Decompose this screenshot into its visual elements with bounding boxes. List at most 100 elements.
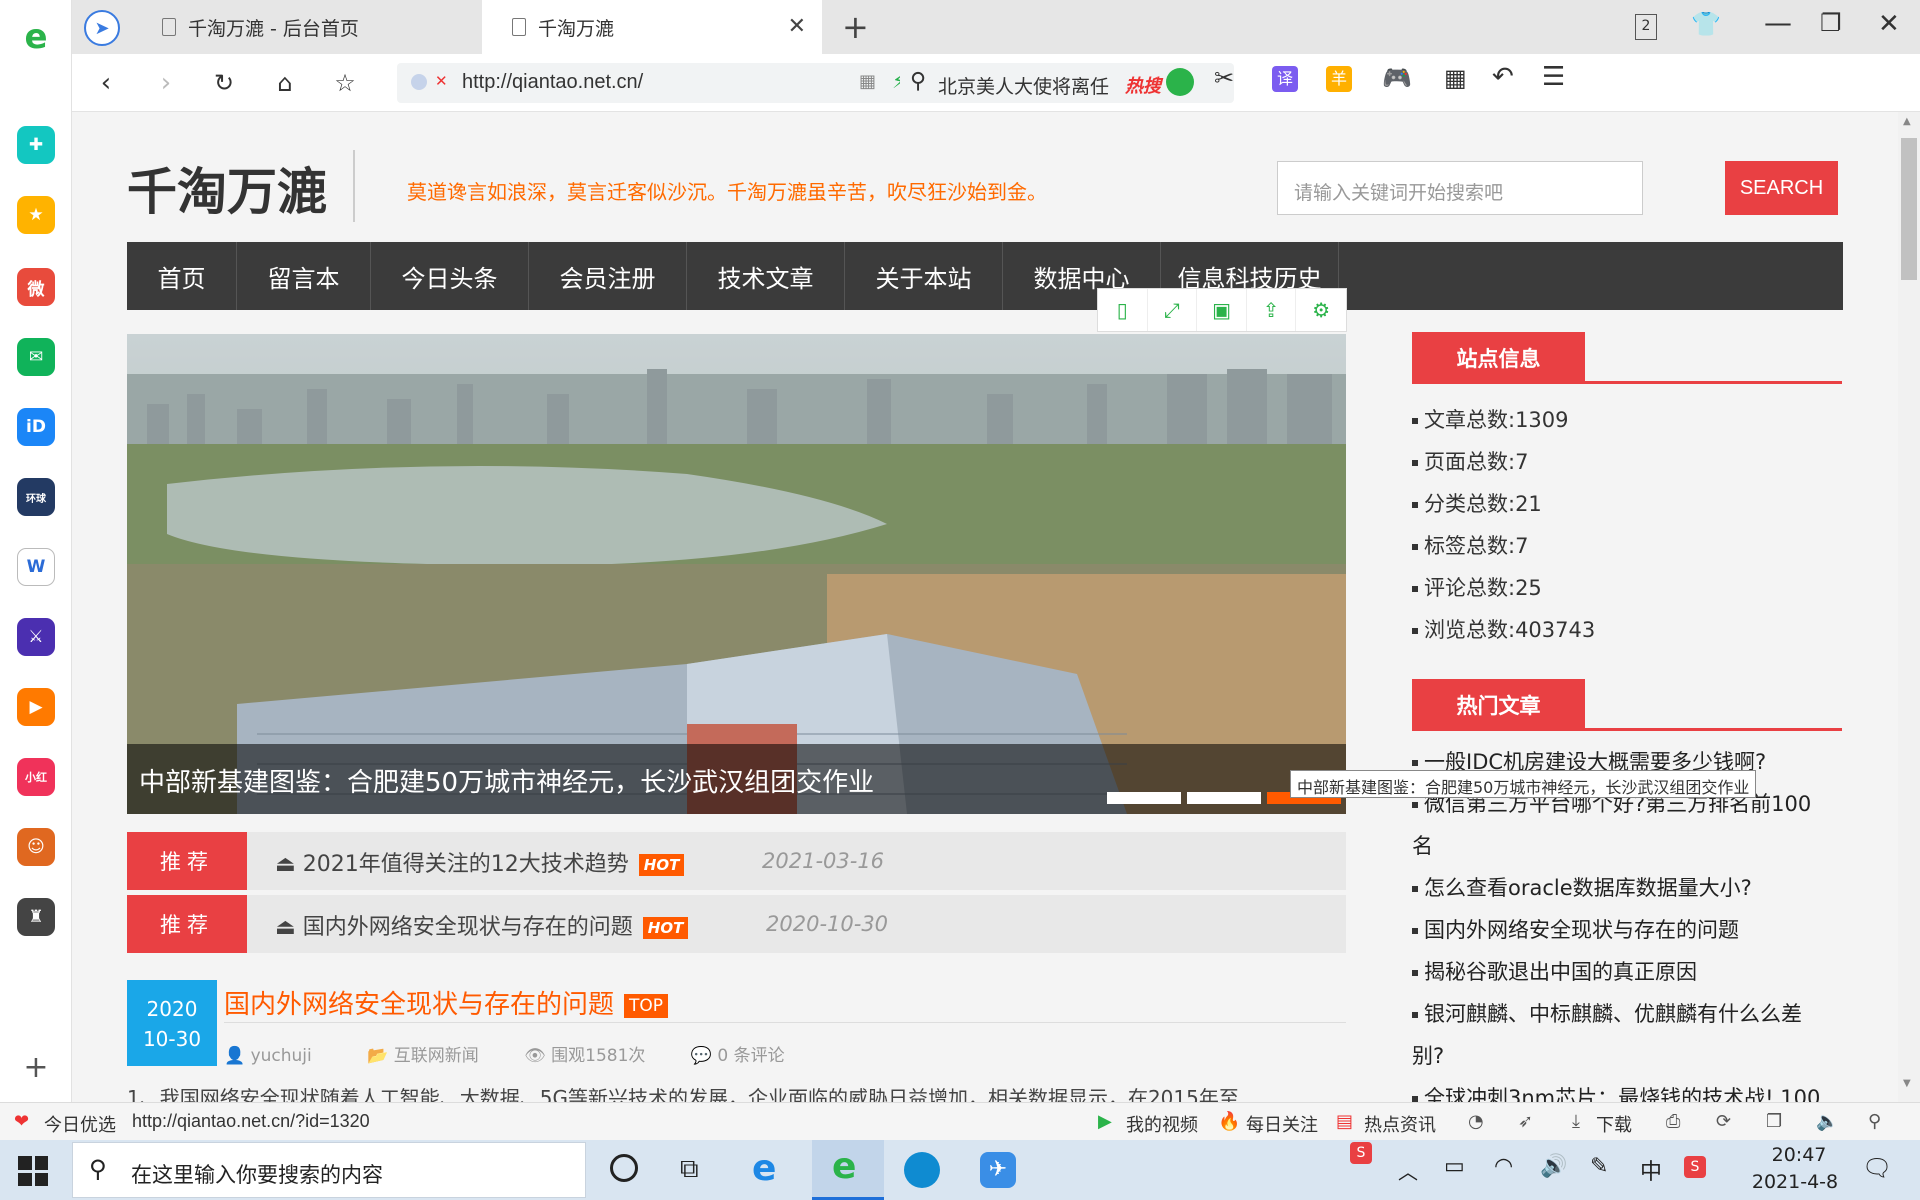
undo-icon[interactable]: ↶ xyxy=(1492,62,1514,92)
restore-icon[interactable]: ❐ xyxy=(1820,9,1842,37)
post-title[interactable]: 国内外网络安全现状与存在的问题 TOP xyxy=(224,984,669,1021)
volume-icon[interactable]: 🔊 xyxy=(1540,1154,1567,1179)
bookmark-star-icon[interactable]: ☆ xyxy=(325,64,365,102)
post-author[interactable]: yuchuji xyxy=(251,1046,312,1066)
doc-icon[interactable]: W xyxy=(17,548,55,586)
game-icon-2[interactable]: ⚔ xyxy=(17,618,55,656)
minimize-icon[interactable]: — xyxy=(1764,6,1792,39)
scissors-icon[interactable]: ✂ xyxy=(1214,64,1234,92)
zoom-icon[interactable]: ⚲ xyxy=(1868,1111,1881,1132)
recommend-title[interactable]: ⏏ 国内外网络安全现状与存在的问题 HOT xyxy=(275,909,689,941)
search-hint[interactable]: 北京美人大使将离任 xyxy=(938,72,1109,99)
hot-post-link[interactable]: 银河麒麟、中标麒麟、优麒麟有什么么差别? xyxy=(1412,993,1832,1077)
forward-icon[interactable]: › xyxy=(146,64,186,102)
add-app-icon[interactable]: + xyxy=(17,1048,55,1086)
slider-dot-2[interactable] xyxy=(1187,792,1261,804)
nav-guestbook[interactable]: 留言本 xyxy=(237,242,371,310)
tab-count-badge[interactable]: 2 xyxy=(1635,14,1657,40)
clock-date[interactable]: 2021-4-8 xyxy=(1740,1171,1850,1193)
recommend-row[interactable]: 推荐 ⏏ 2021年值得关注的12大技术趋势 HOT 2021-03-16 xyxy=(127,832,1346,890)
app-icon-1[interactable]: ✚ xyxy=(17,126,55,164)
nav-register[interactable]: 会员注册 xyxy=(529,242,687,310)
sound-icon[interactable]: 🔈 xyxy=(1816,1111,1838,1132)
windows-start-icon[interactable] xyxy=(18,1156,48,1186)
taskbar-search[interactable]: ⚲ 在这里输入你要搜索的内容 xyxy=(72,1142,586,1198)
recommend-title[interactable]: ⏏ 2021年值得关注的12大技术趋势 HOT xyxy=(275,846,685,878)
nav-tech-articles[interactable]: 技术文章 xyxy=(687,242,845,310)
hot-post-link[interactable]: 国内外网络安全现状与存在的问题 xyxy=(1412,909,1832,951)
post-title-text[interactable]: 国内外网络安全现状与存在的问题 xyxy=(224,990,614,1020)
share-icon[interactable]: ⇪ xyxy=(1247,289,1297,331)
hot-search-label[interactable]: 热搜 xyxy=(1125,72,1161,98)
battery-icon[interactable]: ▭ xyxy=(1444,1154,1465,1179)
tray-up-icon[interactable]: ︿ xyxy=(1398,1156,1418,1185)
shield-icon[interactable]: 羊 xyxy=(1326,66,1352,92)
site-logo[interactable]: 千淘万漉 xyxy=(127,152,327,224)
task-view-icon[interactable]: ⧉ xyxy=(680,1154,699,1185)
notification-icon[interactable]: 🗨 xyxy=(1862,1154,1892,1182)
wifi-icon[interactable]: ◠ xyxy=(1494,1154,1513,1179)
sogou-ime-icon[interactable]: S xyxy=(1350,1142,1372,1164)
close-tab-icon[interactable]: ✕ xyxy=(788,14,806,39)
hot-post-link[interactable]: 怎么查看oracle数据库数据量大小? xyxy=(1412,867,1832,909)
taskbar-browser-active[interactable]: e xyxy=(812,1140,884,1200)
daily-focus-link[interactable]: 每日关注 xyxy=(1246,1111,1318,1137)
mail-icon[interactable]: ✉ xyxy=(17,338,55,376)
home-icon[interactable]: ⌂ xyxy=(265,64,305,102)
slider-caption[interactable]: 中部新基建图鉴：合肥建50万城市神经元，长沙武汉组团交作业 xyxy=(139,762,874,799)
pip-icon[interactable]: ▯ xyxy=(1098,289,1148,331)
rocket-icon[interactable]: ➶ xyxy=(1518,1111,1533,1132)
back-icon[interactable]: ‹ xyxy=(86,64,126,102)
game-icon-4[interactable]: ♜ xyxy=(17,898,55,936)
scrollbar[interactable]: ▲ ▼ xyxy=(1898,112,1920,1102)
print-icon[interactable]: ⎙ xyxy=(1666,1111,1680,1132)
xiaohongshu-icon[interactable]: 小红 xyxy=(17,758,55,796)
qrcode-icon[interactable]: ▦ xyxy=(859,71,876,92)
scroll-thumb[interactable] xyxy=(1901,138,1917,280)
my-video-link[interactable]: 我的视频 xyxy=(1126,1111,1198,1137)
blocked-icon[interactable]: ✕ xyxy=(435,72,448,90)
download-link[interactable]: 下载 xyxy=(1596,1111,1632,1137)
live-icon[interactable]: ▶ xyxy=(17,688,55,726)
save-icon[interactable]: ▣ xyxy=(1197,289,1247,331)
apps-grid-icon[interactable]: ▦ xyxy=(1444,64,1467,92)
hero-slider[interactable]: 中部新基建图鉴：合肥建50万城市神经元，长沙武汉组团交作业 xyxy=(127,334,1346,814)
tab-active[interactable]: 千淘万漉 ✕ xyxy=(482,0,822,54)
today-pick-label[interactable]: 今日优选 xyxy=(44,1111,116,1137)
cortana-icon[interactable] xyxy=(610,1154,638,1182)
site-search-button[interactable]: SEARCH xyxy=(1725,161,1838,215)
app-icon-p[interactable]: iD xyxy=(17,408,55,446)
skin-shirt-icon[interactable]: 👕 xyxy=(1691,10,1721,38)
scroll-down-icon[interactable]: ▼ xyxy=(1903,1078,1911,1089)
reload-icon[interactable]: ↻ xyxy=(204,64,244,102)
refresh-icon[interactable]: ⟳ xyxy=(1716,1111,1731,1132)
fullscreen-icon[interactable]: ⤢ xyxy=(1148,289,1198,331)
sogou-tray-icon[interactable]: S xyxy=(1684,1156,1706,1178)
nav-headlines[interactable]: 今日头条 xyxy=(371,242,529,310)
settings-gear-icon[interactable]: ⚙ xyxy=(1296,289,1346,331)
ie-icon[interactable]: e xyxy=(752,1148,776,1189)
url-text[interactable]: http://qiantao.net.cn/ xyxy=(462,71,643,94)
slider-dot-1[interactable] xyxy=(1107,792,1181,804)
post-category[interactable]: 互联网新闻 xyxy=(394,1046,479,1066)
navigation-compass-icon[interactable]: ➤ xyxy=(84,10,120,46)
favorites-star-icon[interactable]: ★ xyxy=(17,196,55,234)
new-tab-icon[interactable]: + xyxy=(842,8,869,46)
hot-news-link[interactable]: 热点资讯 xyxy=(1364,1111,1436,1137)
site-search-input[interactable]: 请输入关键词开始搜索吧 xyxy=(1277,161,1643,215)
hot-post-link[interactable]: 揭秘谷歌退出中国的真正原因 xyxy=(1412,951,1832,993)
tab-admin[interactable]: 千淘万漉 - 后台首页 xyxy=(132,0,472,54)
menu-icon[interactable]: ☰ xyxy=(1542,62,1565,92)
address-bar[interactable]: ✕ http://qiantao.net.cn/ ▦ ⚡ ⌄ xyxy=(397,63,947,103)
game-icon-1[interactable]: 环球 xyxy=(17,478,55,516)
translate-icon[interactable]: 译 xyxy=(1272,66,1298,92)
nav-about[interactable]: 关于本站 xyxy=(845,242,1003,310)
window-icon[interactable]: ❐ xyxy=(1766,1111,1782,1132)
edge-icon[interactable] xyxy=(904,1152,940,1188)
pen-icon[interactable]: ✎ xyxy=(1590,1154,1608,1179)
speed-icon[interactable]: ◔ xyxy=(1468,1111,1484,1132)
extension-green-icon[interactable] xyxy=(1166,68,1194,96)
game-icon-3[interactable]: ☺ xyxy=(17,828,55,866)
clock-time[interactable]: 20:47 xyxy=(1754,1144,1844,1166)
ime-mode[interactable]: 中 xyxy=(1640,1154,1662,1186)
